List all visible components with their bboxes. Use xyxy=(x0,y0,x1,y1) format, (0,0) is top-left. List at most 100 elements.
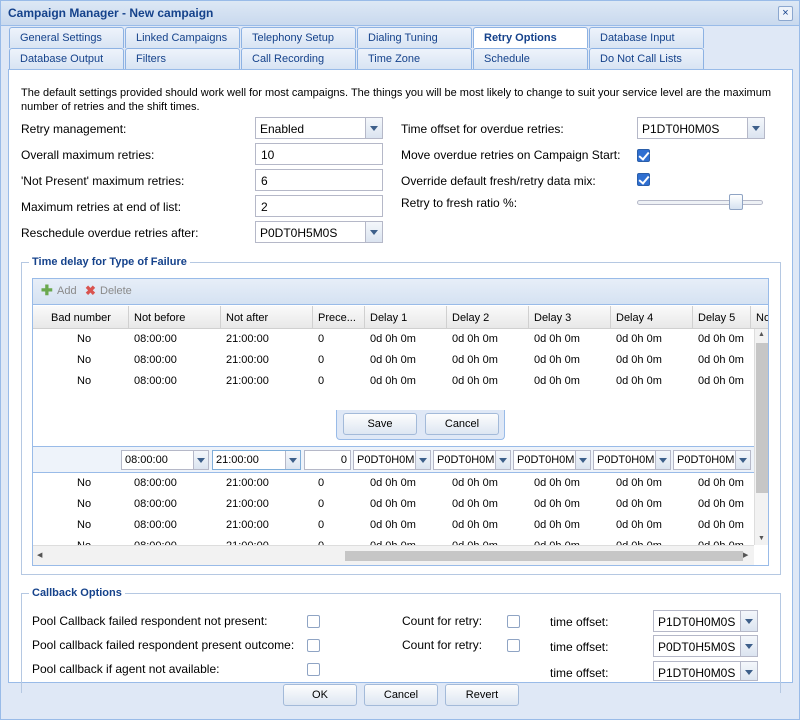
not-present-max-input[interactable]: 6 xyxy=(255,169,383,191)
count-retry-1-label: Count for retry: xyxy=(402,614,483,628)
not-before-editor[interactable]: 08:00:00 xyxy=(121,450,209,470)
delay-4-editor[interactable]: P0DT0H0M xyxy=(593,450,671,470)
table-cell: 08:00:00 xyxy=(134,354,177,366)
scroll-right-icon[interactable]: ▶ xyxy=(743,551,748,559)
close-icon[interactable]: × xyxy=(778,6,793,21)
chevron-down-icon[interactable] xyxy=(735,451,750,469)
end-of-list-max-input[interactable]: 2 xyxy=(255,195,383,217)
table-cell: 0d 0h 0m xyxy=(534,519,580,531)
not-after-editor[interactable]: 21:00:00 xyxy=(212,450,301,470)
chevron-down-icon[interactable] xyxy=(575,451,590,469)
tab-database-input[interactable]: Database Input xyxy=(589,27,704,48)
cb-not-present-checkbox[interactable] xyxy=(307,615,320,628)
table-row[interactable]: No08:00:0021:00:0000d 0h 0m0d 0h 0m0d 0h… xyxy=(33,329,754,350)
reschedule-after-label: Reschedule overdue retries after: xyxy=(21,226,199,240)
col-bad-number[interactable]: Bad number xyxy=(33,306,129,328)
col-delay-2[interactable]: Delay 2 xyxy=(447,306,529,328)
grid-vertical-scrollbar[interactable]: ▲ ▼ xyxy=(754,329,768,545)
cancel-button[interactable]: Cancel xyxy=(364,684,438,706)
offset-1-select[interactable]: P1DT0H0M0S xyxy=(653,610,758,632)
tab-do-not-call-lists[interactable]: Do Not Call Lists xyxy=(589,48,704,69)
table-row[interactable]: No08:00:0021:00:0000d 0h 0m0d 0h 0m0d 0h… xyxy=(33,536,754,545)
table-cell: No xyxy=(77,333,92,345)
grid-toolbar: ✚ Add ✖ Delete xyxy=(33,279,768,305)
chevron-down-icon[interactable] xyxy=(740,662,757,680)
chevron-down-icon[interactable] xyxy=(747,118,764,138)
chevron-down-icon[interactable] xyxy=(495,451,510,469)
offset-2-label: time offset: xyxy=(550,640,609,654)
revert-button[interactable]: Revert xyxy=(445,684,519,706)
chevron-down-icon[interactable] xyxy=(655,451,670,469)
col-not-before[interactable]: Not before xyxy=(129,306,221,328)
table-cell: 0d 0h 0m xyxy=(452,477,498,489)
chevron-down-icon[interactable] xyxy=(415,451,430,469)
overall-max-input[interactable]: 10 xyxy=(255,143,383,165)
col-delay-5[interactable]: Delay 5 xyxy=(693,306,751,328)
offset-3-select[interactable]: P1DT0H0M0S xyxy=(653,661,758,681)
delay-1-editor[interactable]: P0DT0H0M xyxy=(353,450,431,470)
horizontal-scroll-thumb[interactable] xyxy=(345,551,743,561)
table-cell: 0d 0h 0m xyxy=(370,477,416,489)
col-delay-3[interactable]: Delay 3 xyxy=(529,306,611,328)
tab-linked-campaigns[interactable]: Linked Campaigns xyxy=(125,27,240,48)
row-save-button[interactable]: Save xyxy=(343,413,417,435)
table-cell: 08:00:00 xyxy=(134,477,177,489)
tab-dialing-tuning[interactable]: Dialing Tuning xyxy=(357,27,472,48)
table-row[interactable]: No08:00:0021:00:0000d 0h 0m0d 0h 0m0d 0h… xyxy=(33,515,754,536)
move-overdue-checkbox[interactable] xyxy=(637,149,650,162)
scroll-up-icon[interactable]: ▲ xyxy=(758,331,765,338)
time-offset-select[interactable]: P1DT0H0M0S xyxy=(637,117,765,139)
delete-button[interactable]: Delete xyxy=(100,285,132,297)
retry-ratio-slider-thumb[interactable] xyxy=(729,194,743,210)
offset-2-select[interactable]: P0DT0H5M0S xyxy=(653,635,758,657)
col-delay-4[interactable]: Delay 4 xyxy=(611,306,693,328)
retry-management-value: Enabled xyxy=(260,122,305,136)
override-mix-checkbox[interactable] xyxy=(637,173,650,186)
precedence-editor[interactable]: 0 xyxy=(304,450,351,470)
chevron-down-icon[interactable] xyxy=(193,451,208,469)
cb-present-outcome-checkbox[interactable] xyxy=(307,639,320,652)
scroll-down-icon[interactable]: ▼ xyxy=(758,535,765,542)
chevron-down-icon[interactable] xyxy=(740,611,757,631)
row-cancel-button[interactable]: Cancel xyxy=(425,413,499,435)
table-row[interactable]: No08:00:0021:00:0000d 0h 0m0d 0h 0m0d 0h… xyxy=(33,473,754,494)
count-retry-2-checkbox[interactable] xyxy=(507,639,520,652)
vertical-scroll-thumb[interactable] xyxy=(756,343,768,493)
table-row[interactable]: No08:00:0021:00:0000d 0h 0m0d 0h 0m0d 0h… xyxy=(33,494,754,515)
grid-horizontal-scrollbar[interactable]: ◀ ▶ xyxy=(33,545,754,565)
col-not-after[interactable]: Not after xyxy=(221,306,313,328)
tab-retry-options[interactable]: Retry Options xyxy=(473,27,588,48)
add-button[interactable]: Add xyxy=(57,285,77,297)
chevron-down-icon[interactable] xyxy=(365,222,382,242)
table-cell: 08:00:00 xyxy=(134,519,177,531)
tab-telephony-setup[interactable]: Telephony Setup xyxy=(241,27,356,48)
retry-management-select[interactable]: Enabled xyxy=(255,117,383,139)
delay-3-editor[interactable]: P0DT0H0M xyxy=(513,450,591,470)
tab-schedule[interactable]: Schedule xyxy=(473,48,588,69)
delay-2-editor[interactable]: P0DT0H0M xyxy=(433,450,511,470)
col-not[interactable]: Not xyxy=(751,306,768,328)
table-row[interactable]: No08:00:0021:00:0000d 0h 0m0d 0h 0m0d 0h… xyxy=(33,350,754,371)
add-icon[interactable]: ✚ xyxy=(41,282,53,299)
tab-time-zone[interactable]: Time Zone xyxy=(357,48,472,69)
tab-filters[interactable]: Filters xyxy=(125,48,240,69)
col-precedence[interactable]: Prece... xyxy=(313,306,365,328)
chevron-down-icon[interactable] xyxy=(740,636,757,656)
delay-5-editor[interactable]: P0DT0H0M xyxy=(673,450,751,470)
ok-button[interactable]: OK xyxy=(283,684,357,706)
col-delay-1[interactable]: Delay 1 xyxy=(365,306,447,328)
tab-general-settings[interactable]: General Settings xyxy=(9,27,124,48)
scroll-left-icon[interactable]: ◀ xyxy=(37,551,42,559)
cb-agent-unavailable-checkbox[interactable] xyxy=(307,663,320,676)
chevron-down-icon[interactable] xyxy=(365,118,382,138)
chevron-down-icon[interactable] xyxy=(285,451,300,469)
count-retry-1-checkbox[interactable] xyxy=(507,615,520,628)
tab-database-output[interactable]: Database Output xyxy=(9,48,124,69)
retry-ratio-slider[interactable] xyxy=(637,200,763,205)
table-row[interactable]: No08:00:0021:00:0000d 0h 0m0d 0h 0m0d 0h… xyxy=(33,371,754,392)
title-bar[interactable]: Campaign Manager - New campaign × xyxy=(1,1,799,26)
table-cell: 0d 0h 0m xyxy=(452,498,498,510)
reschedule-after-select[interactable]: P0DT0H5M0S xyxy=(255,221,383,243)
tab-call-recording[interactable]: Call Recording xyxy=(241,48,356,69)
delete-icon[interactable]: ✖ xyxy=(85,283,96,299)
